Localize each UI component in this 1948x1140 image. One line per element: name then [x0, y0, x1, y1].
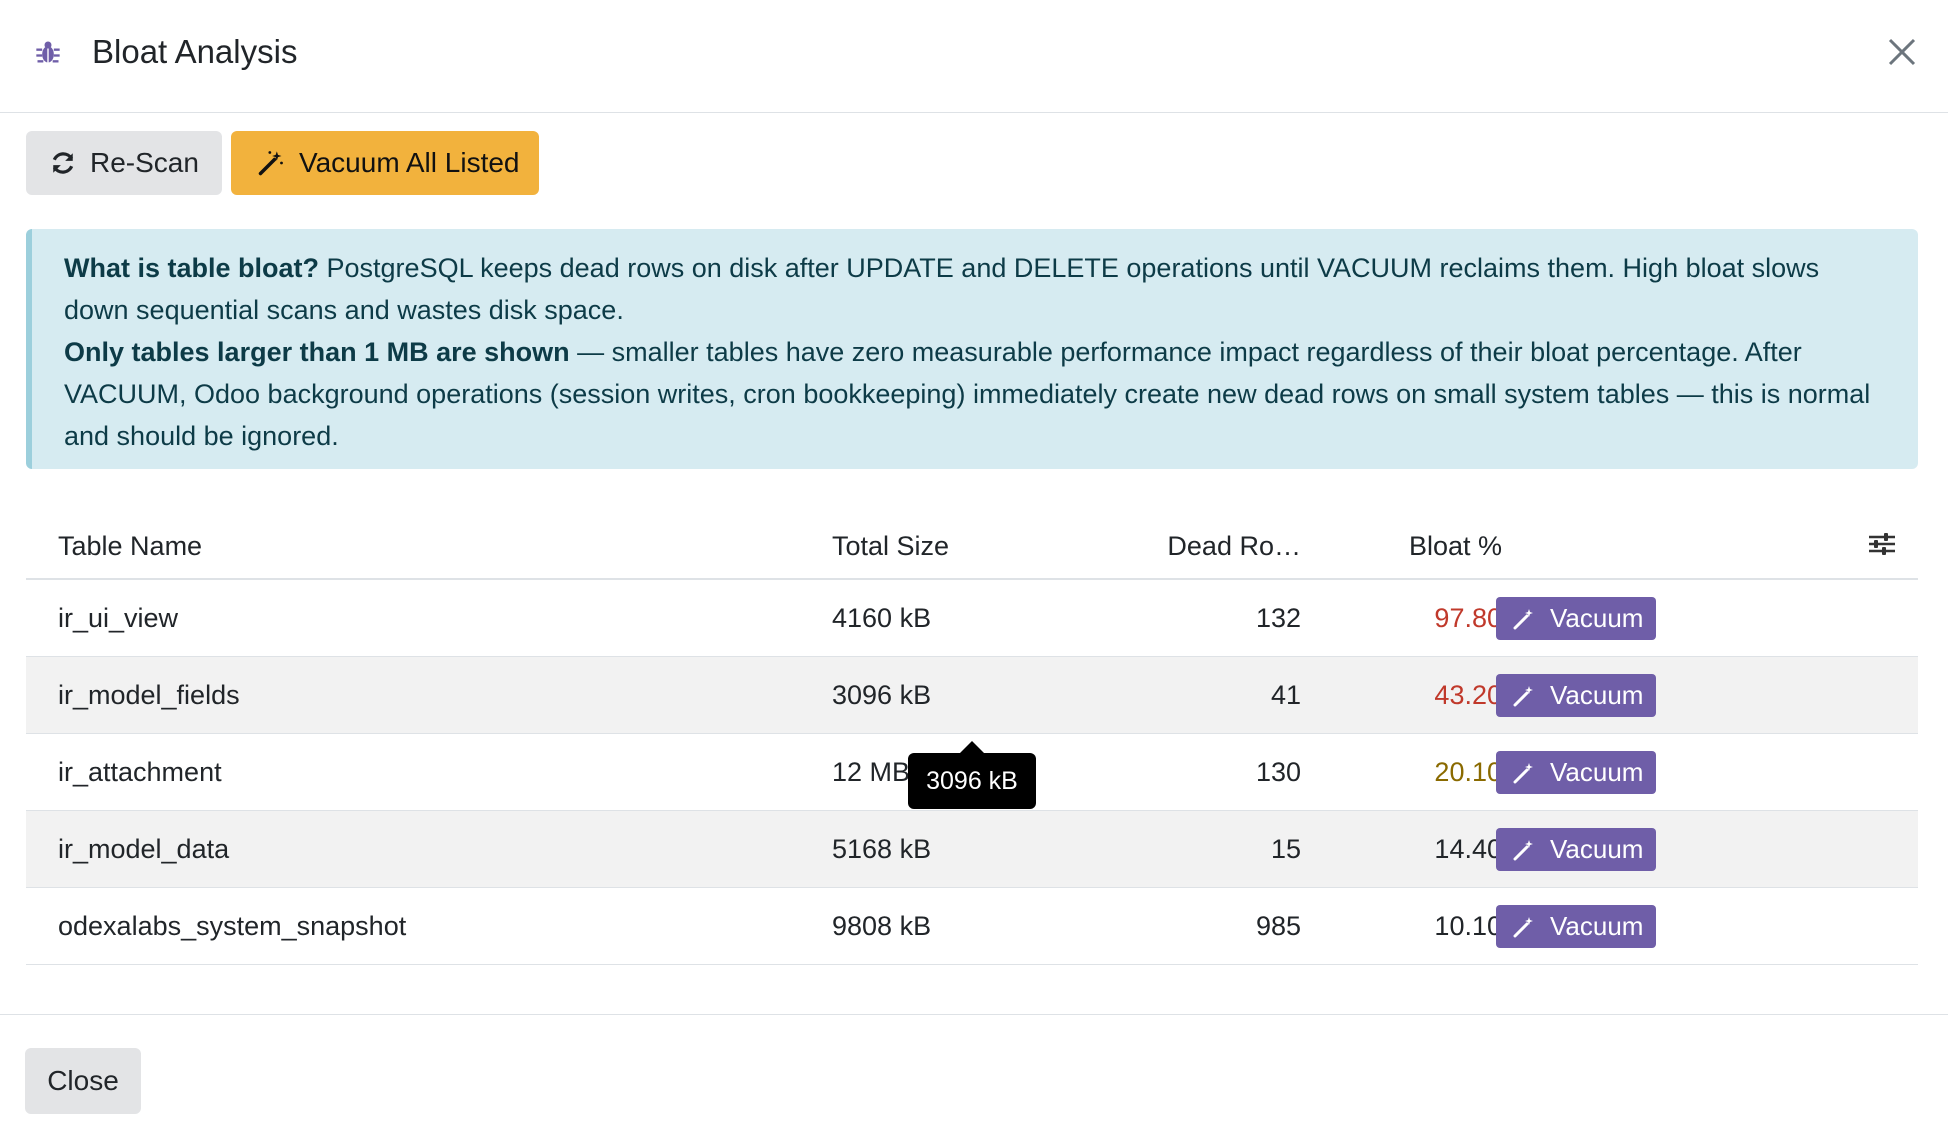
close-button[interactable]: Close [25, 1048, 141, 1114]
column-header-dead-rows[interactable]: Dead Ro… [1131, 526, 1301, 566]
size-tooltip: 3096 kB [908, 741, 1036, 809]
vacuum-button[interactable]: Vacuum [1496, 905, 1656, 948]
magic-wand-icon [1513, 608, 1533, 629]
cell-dead-rows: 132 [1255, 603, 1301, 633]
table-header: Table Name Total Size Dead Ro… Bloat % [26, 506, 1918, 580]
vacuum-button[interactable]: Vacuum [1496, 828, 1656, 871]
refresh-icon [52, 152, 74, 174]
magic-wand-icon [1513, 685, 1533, 706]
dialog-footer: Close [0, 1014, 1948, 1140]
dialog-title: Bloat Analysis [92, 33, 298, 70]
table-row: odexalabs_system_snapshot 9808 kB 985 10… [26, 888, 1918, 965]
cell-table-name: odexalabs_system_snapshot [58, 911, 407, 941]
table-row: ir_ui_view 4160 kB 132 97.80 Vacuum [26, 580, 1918, 657]
magic-wand-icon [1513, 916, 1533, 937]
column-header-table-name[interactable]: Table Name [58, 526, 202, 566]
vacuum-button-label: Vacuum [1550, 603, 1644, 633]
cell-total-size: 3096 kB [832, 680, 932, 710]
info-paragraph-filter: Only tables larger than 1 MB are shown —… [64, 331, 1890, 457]
column-header-total-size[interactable]: Total Size [832, 526, 949, 566]
vacuum-button[interactable]: Vacuum [1496, 597, 1656, 640]
rescan-button[interactable]: Re-Scan [26, 131, 222, 195]
bug-icon [36, 41, 60, 63]
cell-table-name: ir_attachment [58, 757, 222, 787]
magic-wand-icon [1513, 762, 1533, 783]
vacuum-button[interactable]: Vacuum [1496, 751, 1656, 794]
rescan-label: Re-Scan [90, 147, 199, 178]
bloat-analysis-dialog: Bloat Analysis Re-Scan Vacuum All Listed… [0, 0, 1948, 1140]
cell-total-size: 5168 kB [832, 834, 932, 864]
info-title: What is table bloat? [64, 253, 320, 283]
cell-dead-rows: 130 [1255, 757, 1301, 787]
info-alert: What is table bloat? PostgreSQL keeps de… [26, 229, 1918, 469]
info-paragraph-bloat: What is table bloat? PostgreSQL keeps de… [64, 247, 1890, 331]
magic-wand-icon [258, 151, 283, 176]
close-icon[interactable] [1884, 34, 1920, 70]
cell-total-size: 4160 kB [832, 603, 932, 633]
magic-wand-icon [1513, 839, 1533, 860]
column-header-bloat-percent[interactable]: Bloat % [1380, 526, 1502, 566]
cell-dead-rows: 15 [1270, 834, 1301, 864]
cell-table-name: ir_model_data [58, 834, 230, 864]
cell-bloat-percent: 97.80 [1434, 603, 1502, 633]
vacuum-button-label: Vacuum [1550, 911, 1644, 941]
cell-bloat-percent: 10.10 [1434, 911, 1502, 941]
vacuum-all-label: Vacuum All Listed [299, 147, 520, 178]
info-description: PostgreSQL keeps dead rows on disk after… [64, 253, 1820, 325]
cell-total-size: 9808 kB [832, 911, 932, 941]
bloat-table: Table Name Total Size Dead Ro… Bloat % i… [26, 506, 1918, 965]
cell-bloat-percent: 14.40 [1434, 834, 1502, 864]
vacuum-all-button[interactable]: Vacuum All Listed [231, 131, 539, 195]
table-row: ir_model_fields 3096 kB 41 43.20 Vacuum [26, 657, 1918, 734]
dialog-header: Bloat Analysis [0, 0, 1948, 113]
cell-bloat-percent: 43.20 [1434, 680, 1502, 710]
vacuum-button-label: Vacuum [1550, 757, 1644, 787]
cell-table-name: ir_model_fields [58, 680, 240, 710]
vacuum-button-label: Vacuum [1550, 834, 1644, 864]
vacuum-button-label: Vacuum [1550, 680, 1644, 710]
vacuum-button[interactable]: Vacuum [1496, 674, 1656, 717]
cell-total-size: 12 MB [832, 757, 911, 787]
cell-dead-rows: 985 [1255, 911, 1301, 941]
info-note-title: Only tables larger than 1 MB are shown [64, 337, 570, 367]
cell-table-name: ir_ui_view [58, 603, 179, 633]
cell-dead-rows: 41 [1270, 680, 1301, 710]
column-settings-icon[interactable] [1866, 528, 1898, 560]
table-row: ir_model_data 5168 kB 15 14.40 Vacuum [26, 811, 1918, 888]
cell-bloat-percent: 20.10 [1434, 757, 1502, 787]
